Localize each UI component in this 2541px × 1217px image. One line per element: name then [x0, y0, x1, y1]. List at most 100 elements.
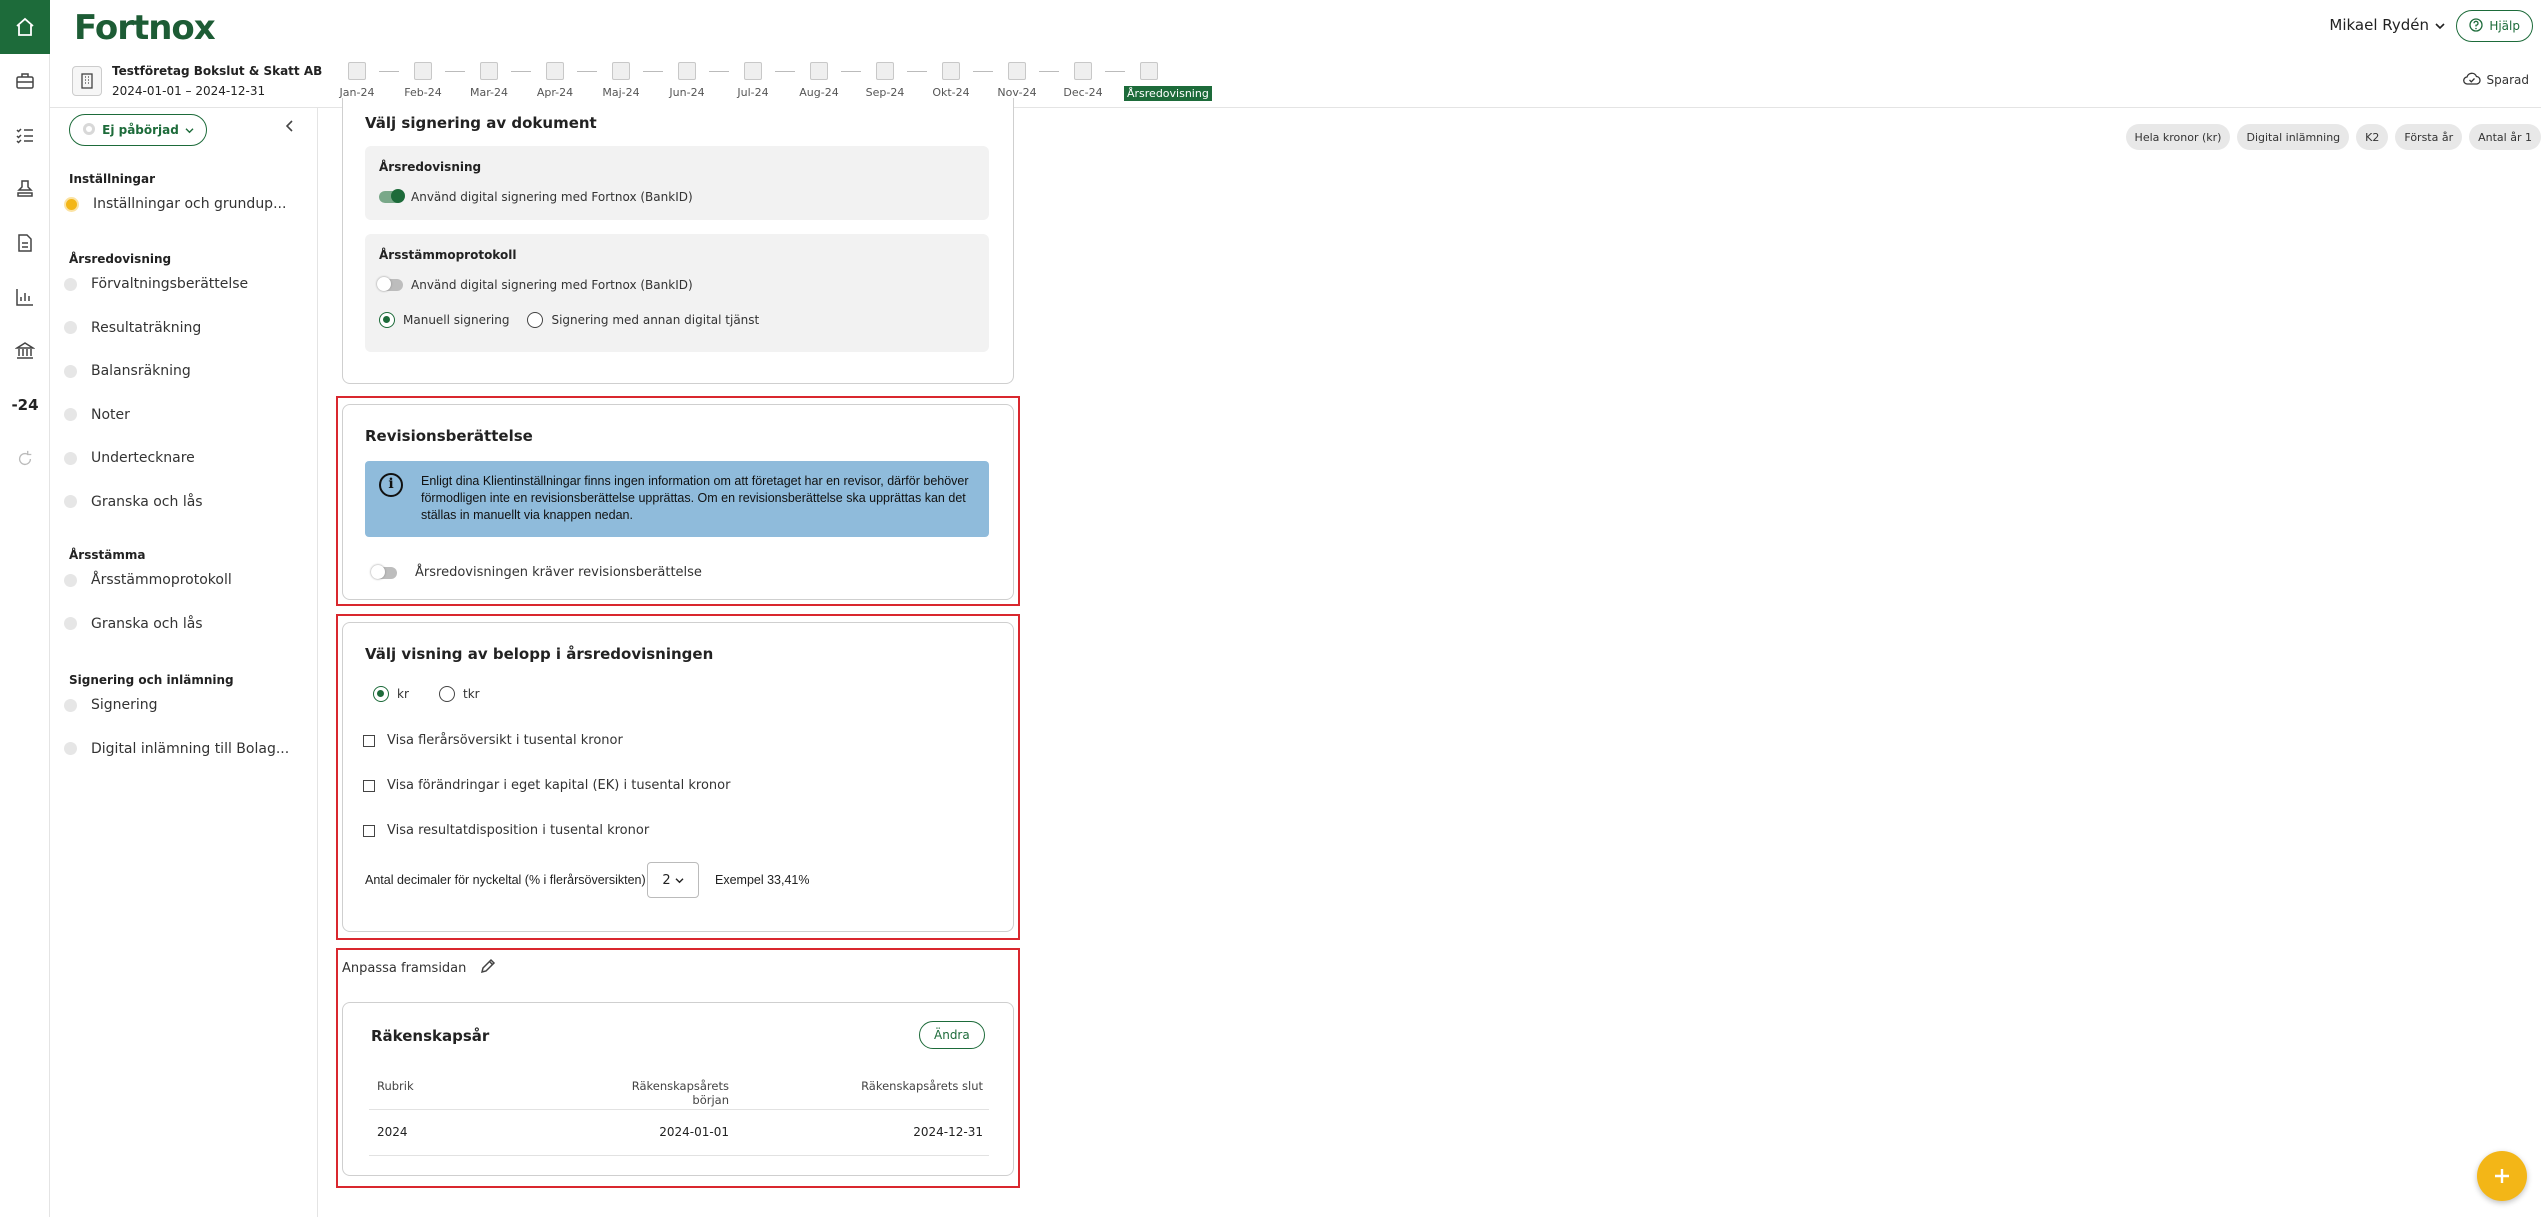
status-dropdown[interactable]: Ej påbörjad [69, 114, 207, 146]
sidebar-item[interactable]: Signering [64, 697, 158, 713]
annual-report-signing-box: Årsredovisning Använd digital signering … [365, 146, 989, 220]
toggle-label: Använd digital signering med Fortnox (Ba… [411, 190, 693, 204]
radio-button[interactable] [379, 312, 395, 328]
fortnox-logo[interactable]: Fortnox [74, 8, 216, 48]
timeline-connector [1105, 71, 1125, 72]
checkbox[interactable] [363, 824, 375, 837]
refresh-icon[interactable] [0, 432, 50, 486]
year-shortcut[interactable]: -24 [0, 378, 50, 432]
briefcase-icon[interactable] [0, 54, 50, 108]
checklist-icon[interactable] [0, 108, 50, 162]
setting-chip[interactable]: K2 [2356, 124, 2389, 150]
month-2[interactable]: Mar-24 [464, 62, 514, 99]
column-header-end: Räkenskapsårets slut [861, 1079, 983, 1093]
add-fab-button[interactable] [2477, 1151, 2527, 1201]
month-11[interactable]: Dec-24 [1058, 62, 1108, 99]
decimals-select[interactable]: 2 [647, 862, 699, 898]
collapse-sidebar-button[interactable] [285, 120, 294, 136]
amount-display-title: Välj visning av belopp i årsredovisninge… [365, 645, 714, 663]
month-1[interactable]: Feb-24 [398, 62, 448, 99]
checkbox-result-disposition-thousands[interactable]: Visa resultatdisposition i tusental kron… [363, 823, 649, 838]
month-10[interactable]: Nov-24 [992, 62, 1042, 99]
status-dot-icon [64, 617, 77, 630]
building-icon[interactable] [72, 66, 102, 96]
sidebar-item[interactable]: Digital inlämning till Bolag... [64, 741, 289, 757]
sidebar-item[interactable]: Inställningar och grundup... [64, 196, 286, 212]
question-icon [2469, 17, 2483, 35]
decimals-label: Antal decimaler för nyckeltal (% i flerå… [365, 873, 646, 887]
toggle-label: Använd digital signering med Fortnox (Ba… [411, 278, 693, 292]
document-icon[interactable] [0, 216, 50, 270]
toggle-switch[interactable] [377, 277, 403, 291]
row-rubrik: 2024 [377, 1125, 408, 1139]
saved-status: Sparad [2462, 72, 2529, 88]
change-button[interactable]: Ändra [919, 1021, 985, 1049]
sidebar-item[interactable]: Undertecknare [64, 450, 195, 466]
bank-icon[interactable] [0, 324, 50, 378]
sidebar-item[interactable]: Noter [64, 407, 130, 423]
radio-button[interactable] [439, 686, 455, 702]
sidebar-item[interactable]: Balansräkning [64, 363, 191, 379]
month-document-icon [744, 62, 762, 80]
checkbox[interactable] [363, 734, 375, 747]
meeting-protocol-digital-signing-toggle[interactable]: Använd digital signering med Fortnox (Ba… [377, 277, 693, 292]
audit-required-toggle[interactable]: Årsredovisningen kräver revisionsberätte… [371, 564, 702, 580]
row-end: 2024-12-31 [913, 1125, 983, 1139]
annual-report-digital-signing-toggle[interactable]: Använd digital signering med Fortnox (Ba… [379, 189, 693, 204]
user-menu[interactable]: Mikael Rydén [2329, 16, 2445, 34]
stamp-icon[interactable] [0, 162, 50, 216]
toggle-label: Årsredovisningen kräver revisionsberätte… [415, 565, 702, 580]
home-icon[interactable] [0, 0, 50, 54]
main-content: Hela kronor (kr) Digital inlämning K2 Först… [318, 98, 2541, 1217]
month-7[interactable]: Aug-24 [794, 62, 844, 99]
month-8[interactable]: Sep-24 [860, 62, 910, 99]
radio-button[interactable] [373, 686, 389, 702]
radio-label: tkr [463, 687, 480, 701]
sidebar-item[interactable]: Förvaltningsberättelse [64, 276, 248, 292]
timeline-connector [511, 71, 531, 72]
sidebar-item[interactable]: Granska och lås [64, 494, 203, 510]
sidebar-item-label: Resultaträkning [91, 319, 202, 336]
month-label: Årsredovisning [1124, 86, 1212, 101]
radio-tkr[interactable]: tkr [439, 686, 480, 702]
month-5[interactable]: Jun-24 [662, 62, 712, 99]
month-document-icon [546, 62, 564, 80]
annual-report-signing-title: Årsredovisning [379, 160, 482, 174]
help-button[interactable]: Hjälp [2456, 10, 2533, 42]
month-6[interactable]: Jul-24 [728, 62, 778, 99]
sidebar-item[interactable]: Resultaträkning [64, 320, 201, 336]
month-3[interactable]: Apr-24 [530, 62, 580, 99]
month-4[interactable]: Maj-24 [596, 62, 646, 99]
checkbox-label: Visa flerårsöversikt i tusental kronor [387, 733, 623, 748]
meeting-protocol-signing-box: Årsstämmoprotokoll Använd digital signer… [365, 234, 989, 352]
checkbox-multiyear-thousands[interactable]: Visa flerårsöversikt i tusental kronor [363, 733, 623, 748]
plus-icon [2495, 1169, 2509, 1183]
divider [369, 1155, 989, 1156]
timeline-connector [379, 71, 399, 72]
customize-cover-link[interactable]: Anpassa framsidan [342, 958, 496, 978]
checkbox-equity-thousands[interactable]: Visa förändringar i eget kapital (EK) i … [363, 778, 730, 793]
toggle-switch[interactable] [379, 189, 405, 203]
month-0[interactable]: Jan-24 [332, 62, 382, 99]
sidebar-item[interactable]: Granska och lås [64, 616, 203, 632]
radio-button[interactable] [527, 312, 544, 328]
month-9[interactable]: Okt-24 [926, 62, 976, 99]
checkbox[interactable] [363, 779, 375, 792]
radio-kr[interactable]: kr [373, 686, 409, 702]
sidebar-item-label: Granska och lås [91, 615, 203, 632]
timeline-connector [973, 71, 993, 72]
setting-chip[interactable]: Antal år 1 [2469, 124, 2541, 150]
timeline-connector [445, 71, 465, 72]
setting-chip[interactable]: Hela kronor (kr) [2125, 124, 2231, 150]
toggle-switch[interactable] [371, 564, 397, 579]
sidebar-item[interactable]: Årsstämmoprotokoll [64, 572, 232, 588]
bar-chart-icon[interactable] [0, 270, 50, 324]
radio-label: Signering med annan digital tjänst [551, 313, 760, 327]
status-dot-icon [64, 277, 77, 291]
month-document-icon [612, 62, 630, 80]
setting-chip[interactable]: Första år [2395, 124, 2463, 150]
radio-manual-signing[interactable]: Manuell signering Signering med annan di… [379, 312, 759, 328]
pencil-icon[interactable] [480, 958, 496, 978]
month-12[interactable]: Årsredovisning [1124, 62, 1212, 101]
setting-chip[interactable]: Digital inlämning [2237, 124, 2350, 150]
